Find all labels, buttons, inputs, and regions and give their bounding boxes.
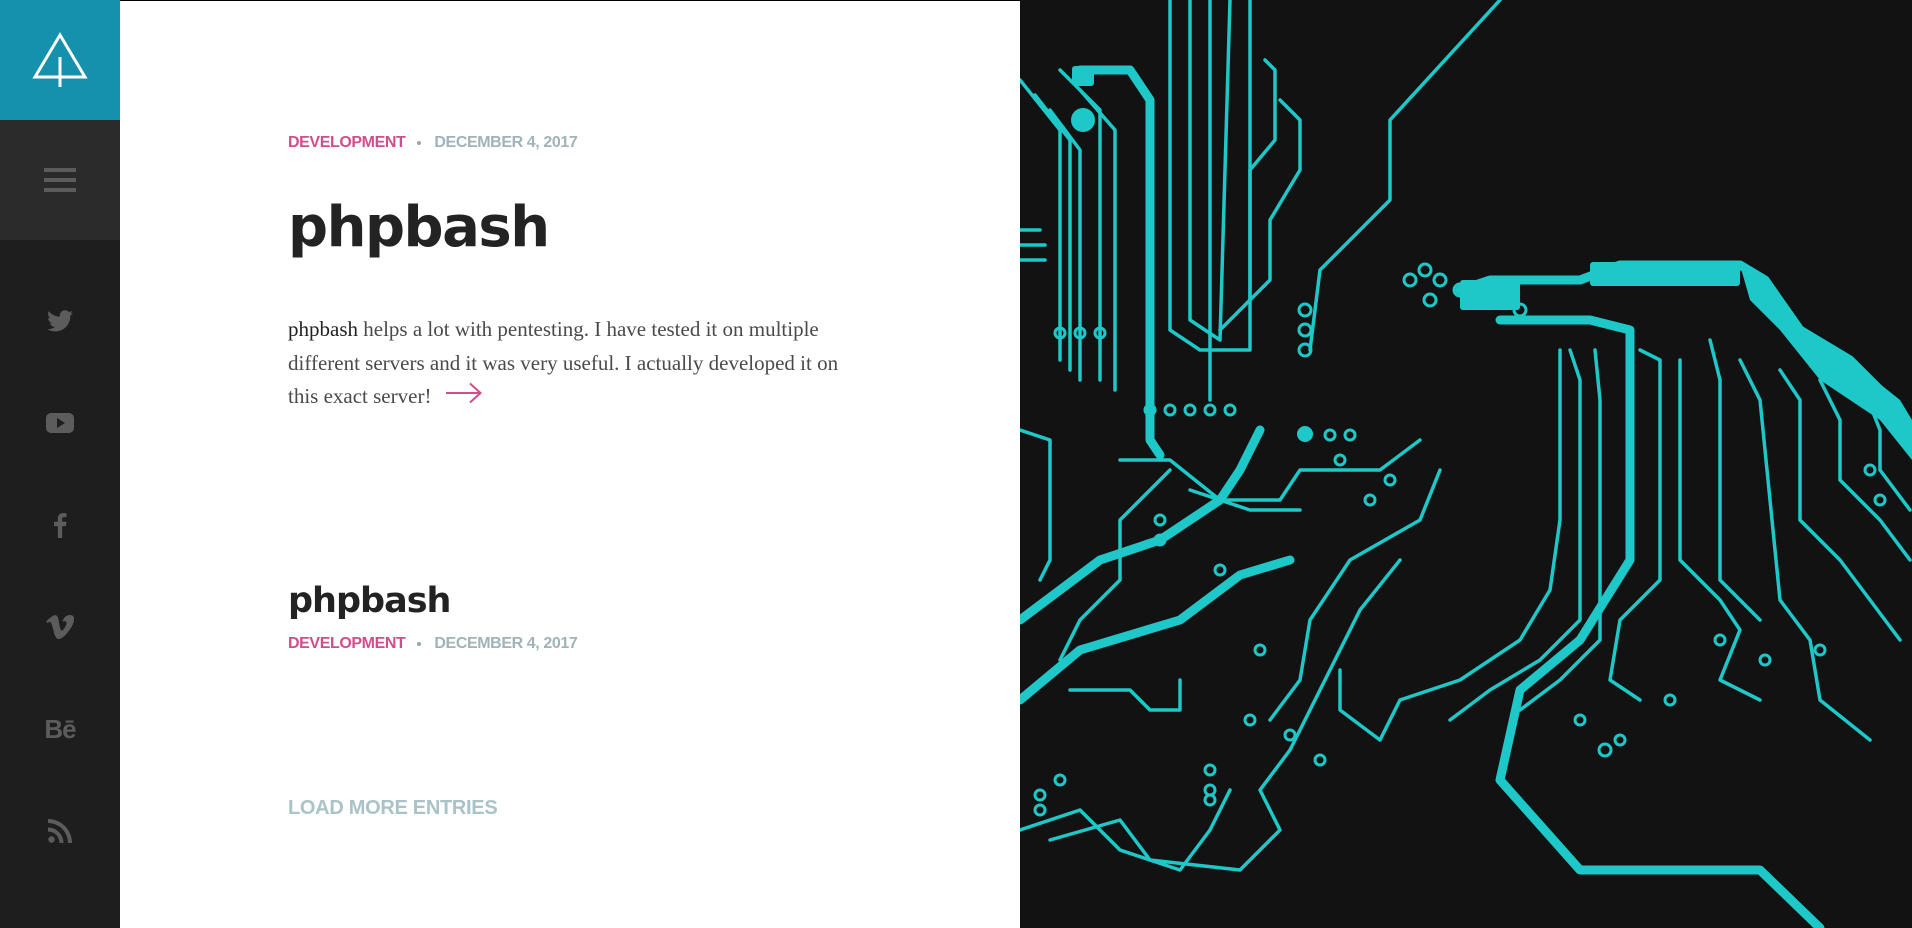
vimeo-icon	[46, 615, 74, 639]
post-excerpt: phpbash helps a lot with pentesting. I h…	[288, 313, 858, 415]
rss-icon	[48, 819, 72, 843]
hero-image	[1020, 0, 1912, 928]
post-meta: DEVELOPMENT DECEMBER 4, 2017	[288, 134, 578, 152]
youtube-link[interactable]	[0, 372, 120, 474]
second-post-title[interactable]: phpbash	[288, 584, 451, 619]
read-more-link[interactable]	[445, 381, 483, 415]
circuit-board-image	[1020, 0, 1912, 928]
post-title[interactable]: phpbash	[288, 200, 550, 256]
youtube-icon	[46, 413, 74, 433]
load-more-button[interactable]: LOAD MORE ENTRIES	[288, 797, 498, 820]
meta-separator-dot	[417, 642, 422, 646]
post-category-link[interactable]: DEVELOPMENT	[288, 134, 406, 152]
facebook-icon	[54, 513, 67, 538]
twitter-icon	[47, 310, 73, 332]
social-links: Bē	[0, 270, 120, 882]
arrow-right-icon	[446, 383, 483, 404]
vimeo-link[interactable]	[0, 576, 120, 678]
site-logo[interactable]	[0, 0, 120, 120]
behance-icon: Bē	[44, 713, 76, 744]
facebook-link[interactable]	[0, 474, 120, 576]
second-post-meta: DEVELOPMENT DECEMBER 4, 2017	[288, 635, 578, 653]
meta-separator-dot	[417, 141, 422, 145]
excerpt-lead: phpbash	[288, 317, 358, 341]
hamburger-menu-icon	[44, 168, 76, 192]
rss-link[interactable]	[0, 780, 120, 882]
second-post-date-link[interactable]: DECEMBER 4, 2017	[434, 635, 577, 653]
top-divider	[120, 0, 1020, 1]
second-post-category-link[interactable]: DEVELOPMENT	[288, 635, 406, 653]
excerpt-body: helps a lot with pentesting. I have test…	[288, 317, 839, 408]
twitter-link[interactable]	[0, 270, 120, 372]
tree-logo-icon	[32, 32, 88, 87]
sidebar: Bē	[0, 0, 120, 928]
post-date-link[interactable]: DECEMBER 4, 2017	[434, 134, 577, 152]
behance-link[interactable]: Bē	[0, 678, 120, 780]
menu-button[interactable]	[0, 120, 120, 240]
